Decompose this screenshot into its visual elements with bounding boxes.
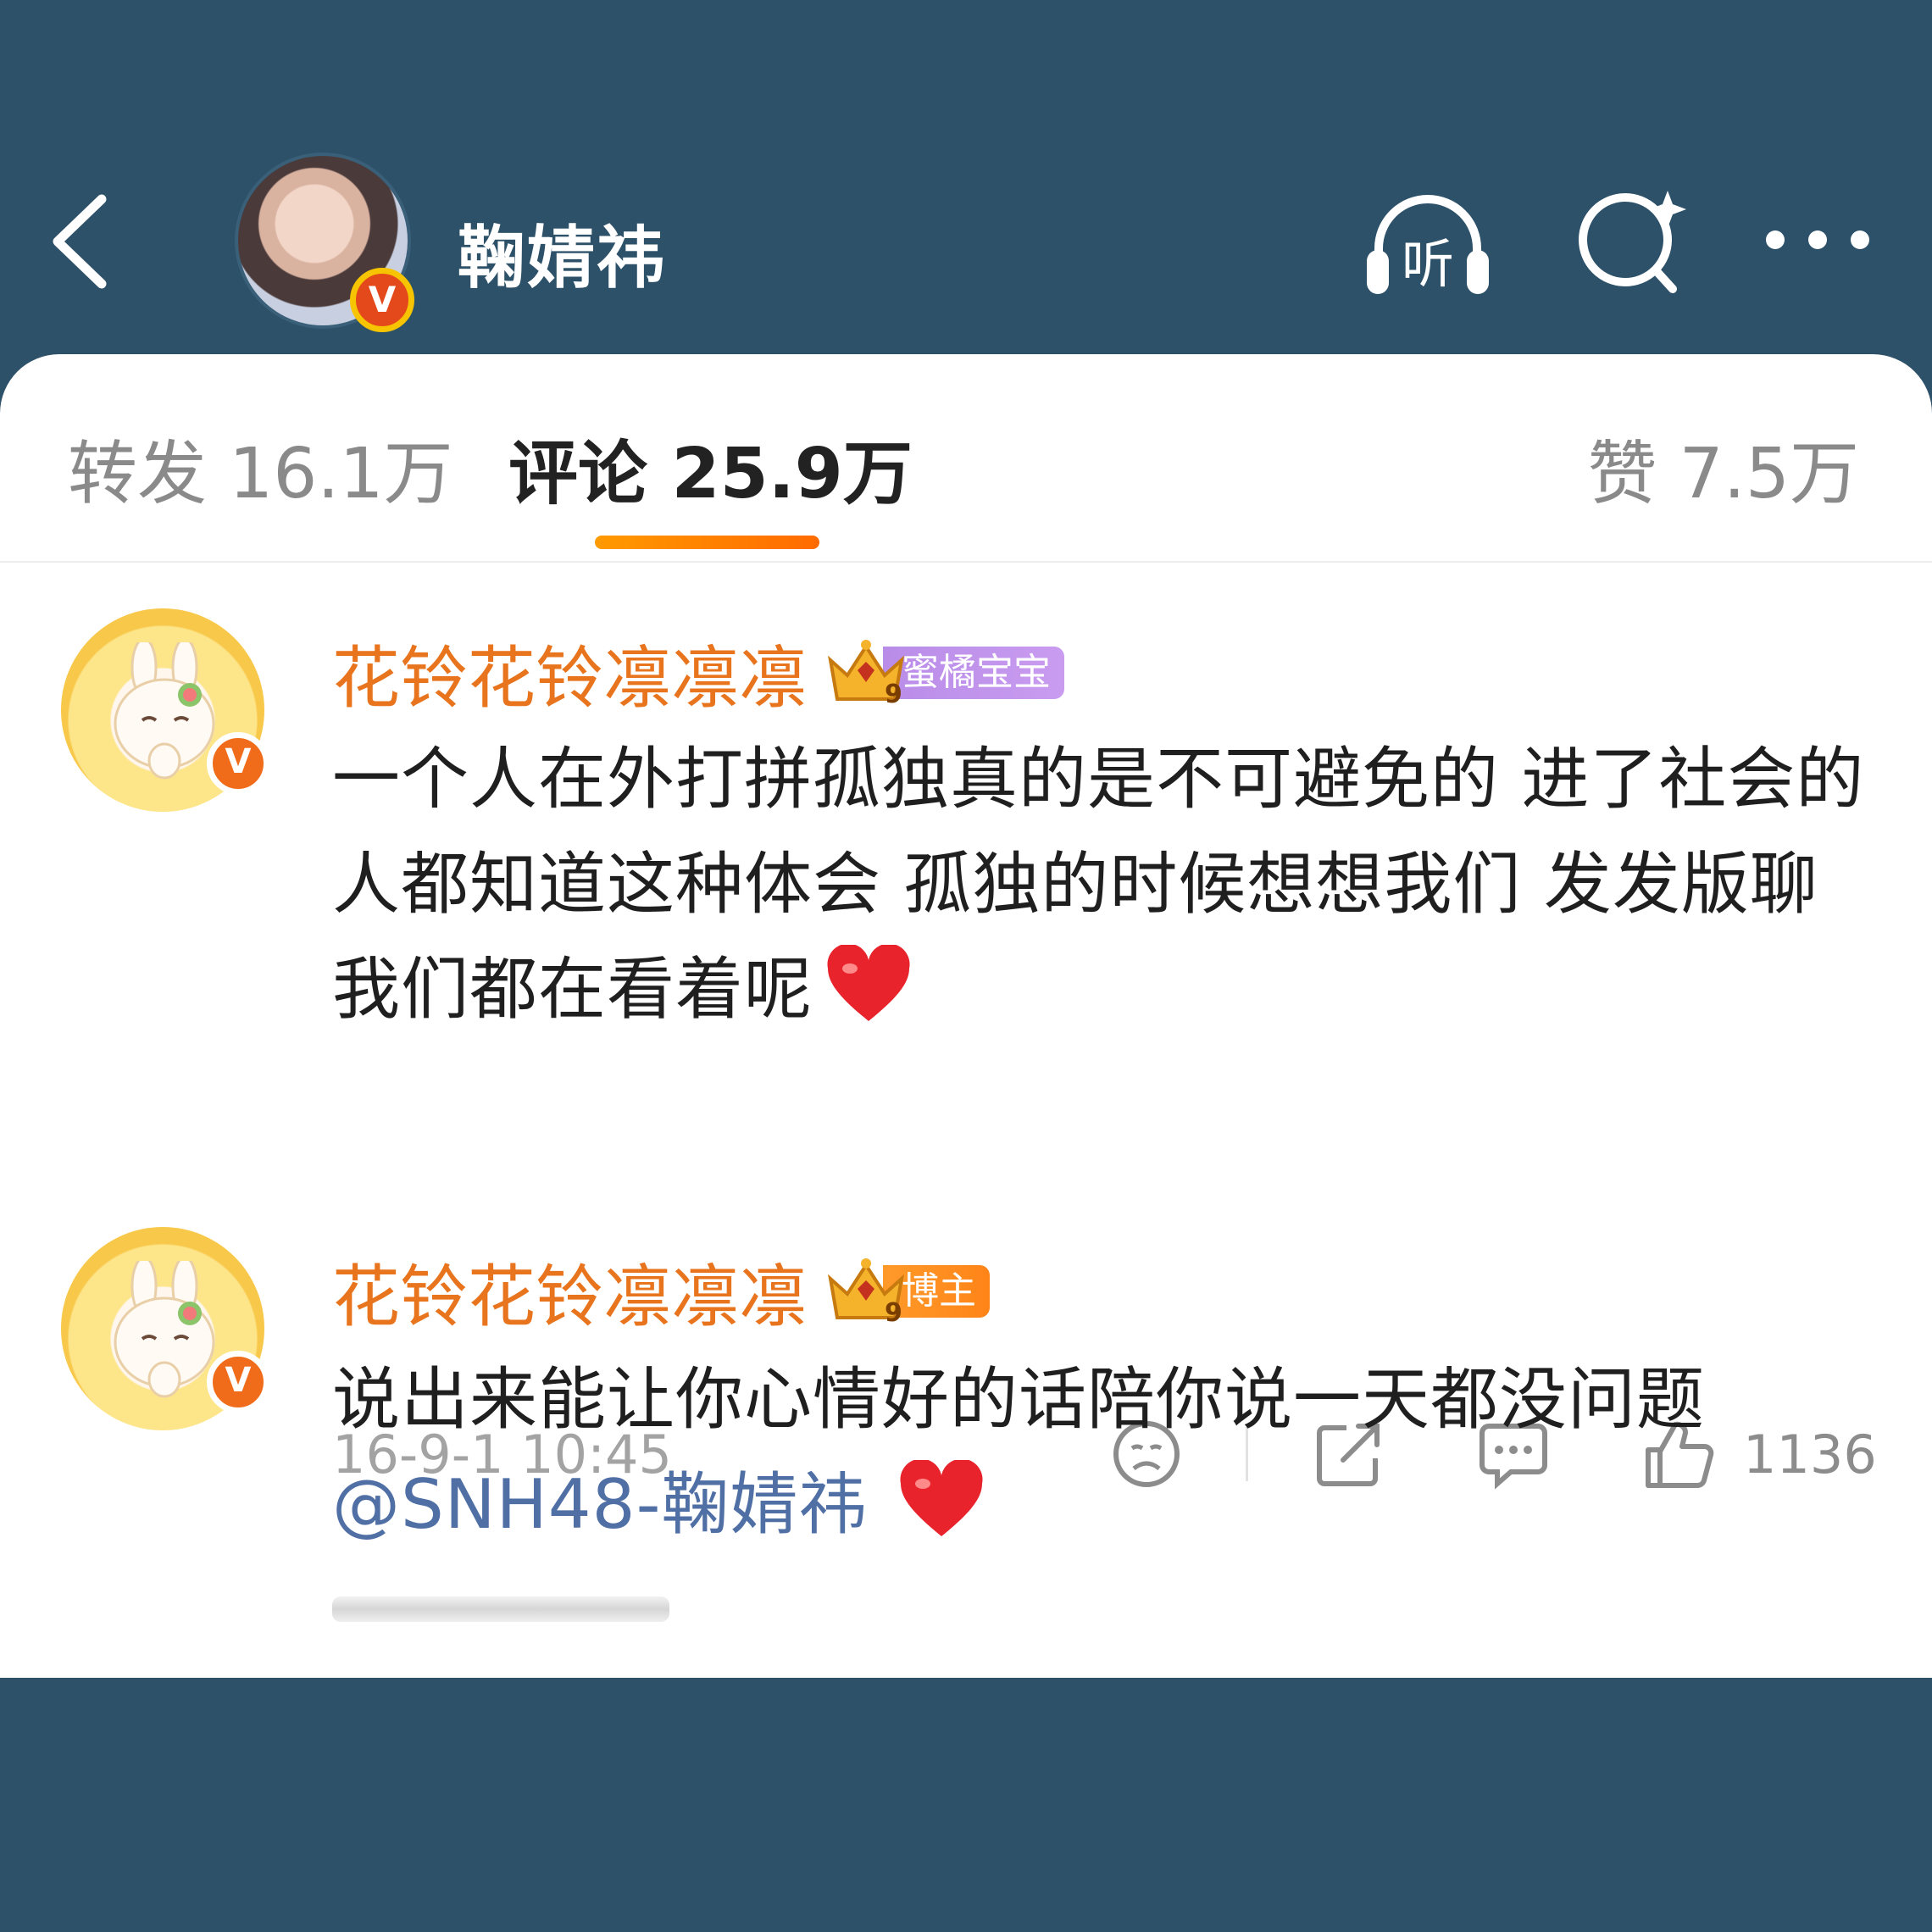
commenter-name[interactable]: 花铃花铃凛凛凛 <box>332 1242 807 1341</box>
listen-headphones-icon[interactable]: 听 <box>1360 182 1496 301</box>
crown-level-icon: 9 <box>828 640 904 709</box>
top-bar: V 鞠婧祎 听 <box>0 0 1932 356</box>
back-arrow-icon[interactable] <box>42 191 119 292</box>
mention-link[interactable]: @SNH48-鞠婧祎 <box>332 1465 867 1544</box>
heart-emoji-icon <box>827 945 910 1021</box>
badge-level: 9 <box>885 680 902 709</box>
badge-level: 9 <box>885 1298 902 1328</box>
commenter-avatar[interactable]: V <box>61 608 269 812</box>
fan-badge[interactable]: 9 蜜橘宝宝 <box>825 640 1064 709</box>
comment-body: 一个人在外打拼孤独真的是不可避免的 进了社会的人都知道这种体会 孤独的时候想想我… <box>332 740 1865 1029</box>
comment-header: 花铃花铃凛凛凛 9 博主 <box>332 1242 990 1341</box>
commenter-name[interactable]: 花铃花铃凛凛凛 <box>332 624 807 722</box>
bottom-background <box>0 1678 1932 1932</box>
tab-likes[interactable]: 赞 7.5万 <box>1588 417 1859 518</box>
comment-body: 说出来能让你心情好的话陪你说一天都没问题 <box>332 1360 1705 1439</box>
mention-line: @SNH48-鞠婧祎 <box>332 1452 1866 1557</box>
comment-text: 一个人在外打拼孤独真的是不可避免的 进了社会的人都知道这种体会 孤独的时候想想我… <box>332 727 1866 1042</box>
comment-text: 说出来能让你心情好的话陪你说一天都没问题 @SNH48-鞠婧祎 <box>332 1347 1866 1557</box>
timestamp-placeholder <box>332 1596 669 1622</box>
fan-badge-label: 蜜橘宝宝 <box>883 647 1064 699</box>
verified-badge-icon: V <box>350 268 414 332</box>
tab-reposts[interactable]: 转发 16.1万 <box>68 417 453 518</box>
tab-bar: 转发 16.1万 评论 25.9万 赞 7.5万 <box>0 354 1932 563</box>
heart-emoji-icon <box>900 1460 983 1536</box>
comments-panel: 转发 16.1万 评论 25.9万 赞 7.5万 V 花铃花铃凛凛凛 9 蜜橘宝… <box>0 354 1932 1678</box>
crown-level-icon: 9 <box>828 1258 904 1328</box>
comment-header: 花铃花铃凛凛凛 9 蜜橘宝宝 <box>332 624 1064 722</box>
tab-active-indicator <box>595 536 819 549</box>
poster-name[interactable]: 鞠婧祎 <box>458 203 666 302</box>
verified-badge-icon: V <box>207 1351 269 1413</box>
search-sparkle-icon[interactable] <box>1568 182 1703 301</box>
poster-avatar[interactable]: V <box>235 153 414 332</box>
more-dots-icon[interactable] <box>1754 182 1890 301</box>
listen-label: 听 <box>1402 233 1454 295</box>
commenter-avatar[interactable]: V <box>61 1227 269 1430</box>
tab-comments[interactable]: 评论 25.9万 <box>508 417 913 518</box>
author-badge[interactable]: 9 博主 <box>825 1258 990 1328</box>
verified-badge-icon: V <box>207 732 269 795</box>
